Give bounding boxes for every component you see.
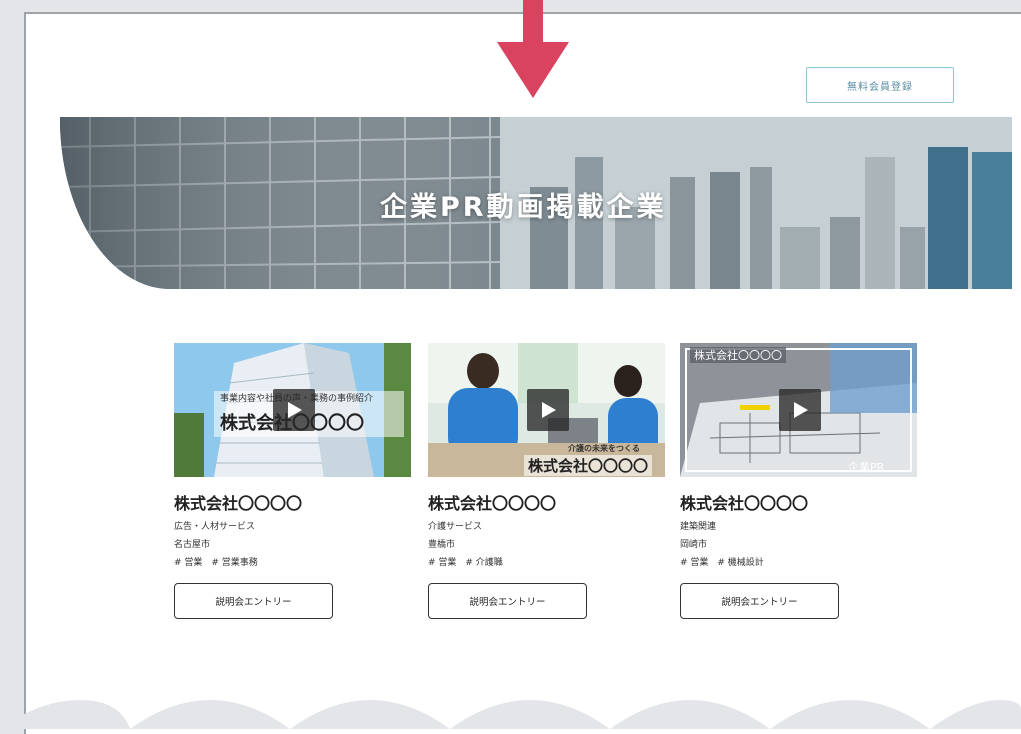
play-icon <box>288 402 302 418</box>
seminar-entry-button[interactable]: 説明会エントリー <box>428 583 587 619</box>
wave-decoration <box>0 700 1021 729</box>
city-label: 名古屋市 <box>174 540 211 550</box>
job-tags: # 営業 # 機械設計 <box>680 558 764 568</box>
company-name[interactable]: 株式会社〇〇〇〇 <box>680 490 917 514</box>
hero-banner: 企業PR動画掲載企業 <box>60 117 1012 289</box>
company-name[interactable]: 株式会社〇〇〇〇 <box>174 490 411 514</box>
job-tags: # 営業 # 営業事務 <box>174 558 258 568</box>
video-thumbnail[interactable]: 介護の未来をつくる 株式会社〇〇〇〇 <box>428 343 665 477</box>
hero-title: 企業PR動画掲載企業 <box>380 192 667 223</box>
video-thumbnail[interactable]: 事業内容や社員の声・業務の事例紹介 株式会社〇〇〇〇 <box>174 343 411 477</box>
company-name[interactable]: 株式会社〇〇〇〇 <box>428 490 665 514</box>
seminar-entry-button[interactable]: 説明会エントリー <box>680 583 839 619</box>
free-signup-button[interactable]: 無料会員登録 <box>806 67 954 103</box>
city-label: 岡崎市 <box>680 540 708 550</box>
down-arrow-icon <box>497 0 569 98</box>
seminar-entry-button[interactable]: 説明会エントリー <box>174 583 333 619</box>
company-card: 株式会社〇〇〇〇 企業PR 株式会社〇〇〇〇 建築関連 岡崎市 # 営業 # 機… <box>680 343 917 619</box>
city-label: 豊橋市 <box>428 540 456 550</box>
thumbnail-caption-main: 企業PR <box>848 461 885 474</box>
job-tags: # 営業 # 介護職 <box>428 558 503 568</box>
industry-label: 介護サービス <box>428 522 483 532</box>
company-card: 事業内容や社員の声・業務の事例紹介 株式会社〇〇〇〇 株式会社〇〇〇〇 広告・人… <box>174 343 411 619</box>
play-icon <box>794 402 808 418</box>
thumbnail-caption-top: 株式会社〇〇〇〇 <box>690 347 786 363</box>
play-button[interactable] <box>527 389 569 431</box>
industry-label: 広告・人材サービス <box>174 522 256 532</box>
video-thumbnail[interactable]: 株式会社〇〇〇〇 企業PR <box>680 343 917 477</box>
thumbnail-caption-top: 介護の未来をつくる <box>568 444 640 453</box>
play-icon <box>542 402 556 418</box>
play-button[interactable] <box>779 389 821 431</box>
play-button[interactable] <box>273 389 315 431</box>
thumbnail-caption-main: 株式会社〇〇〇〇 <box>524 455 653 476</box>
company-card: 介護の未来をつくる 株式会社〇〇〇〇 株式会社〇〇〇〇 介護サービス 豊橋市 #… <box>428 343 665 619</box>
industry-label: 建築関連 <box>680 522 717 532</box>
